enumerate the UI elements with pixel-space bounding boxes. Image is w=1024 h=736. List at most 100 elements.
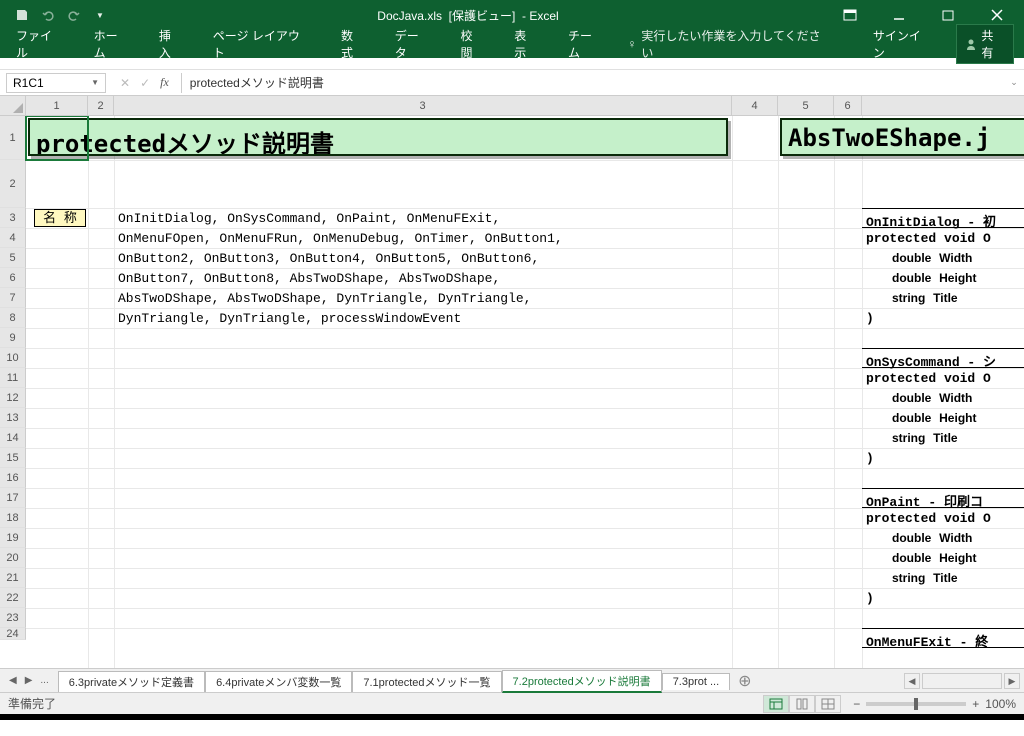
sheet-nav-next-icon[interactable]: ▶ bbox=[22, 675, 36, 686]
row-header-11[interactable]: 11 bbox=[0, 368, 26, 388]
fx-icon[interactable]: fx bbox=[160, 75, 169, 90]
row-header-16[interactable]: 16 bbox=[0, 468, 26, 488]
sheet-tab-4[interactable]: 7.2protectedメソッド説明書 bbox=[502, 670, 662, 693]
row-header-17[interactable]: 17 bbox=[0, 488, 26, 508]
view-page-layout-icon[interactable] bbox=[789, 695, 815, 713]
block3-p1: double bbox=[892, 531, 931, 545]
tab-formula[interactable]: 数式 bbox=[335, 23, 371, 65]
select-all-button[interactable] bbox=[0, 96, 26, 115]
block1-p2: double bbox=[892, 271, 931, 285]
status-bar: 準備完了 − + 100% bbox=[0, 692, 1024, 714]
tab-view[interactable]: 表示 bbox=[508, 23, 544, 65]
sheet-tab-5[interactable]: 7.3prot ... bbox=[662, 673, 730, 690]
tab-page-layout[interactable]: ページ レイアウト bbox=[207, 23, 317, 65]
share-label: 共有 bbox=[981, 27, 1005, 61]
zoom-out-icon[interactable]: − bbox=[853, 697, 860, 711]
row-header-6[interactable]: 6 bbox=[0, 268, 26, 288]
tab-file[interactable]: ファイル bbox=[10, 23, 70, 65]
hscroll-right-icon[interactable]: ▶ bbox=[1004, 673, 1020, 689]
sheet-nav-prev-icon[interactable]: ◀ bbox=[6, 675, 20, 686]
block2-title: OnSysCommand - シ bbox=[866, 351, 996, 370]
col-header-2[interactable]: 2 bbox=[88, 96, 114, 115]
row-header-10[interactable]: 10 bbox=[0, 348, 26, 368]
row-header-7[interactable]: 7 bbox=[0, 288, 26, 308]
formula-input[interactable]: protectedメソッド説明書 bbox=[181, 73, 1004, 93]
col-header-1[interactable]: 1 bbox=[26, 96, 88, 115]
sheet-tab-2[interactable]: 6.4privateメンバ変数一覧 bbox=[205, 671, 352, 692]
zoom-value[interactable]: 100% bbox=[985, 697, 1016, 711]
horizontal-scrollbar[interactable]: ◀ ▶ bbox=[904, 673, 1024, 689]
column-headers: 1 2 3 4 5 6 bbox=[0, 96, 1024, 116]
hscroll-left-icon[interactable]: ◀ bbox=[904, 673, 920, 689]
tab-review[interactable]: 校閲 bbox=[454, 23, 490, 65]
col-header-rest[interactable] bbox=[862, 96, 1024, 115]
spreadsheet-grid[interactable]: 1 2 3 4 5 6 7 8 9 10 11 12 13 14 15 16 1… bbox=[0, 116, 1024, 668]
ribbon-display-icon[interactable] bbox=[827, 0, 872, 30]
row-header-19[interactable]: 19 bbox=[0, 528, 26, 548]
row-header-1[interactable]: 1 bbox=[0, 116, 26, 160]
hscroll-track[interactable] bbox=[922, 673, 1002, 689]
row-header-2[interactable]: 2 bbox=[0, 160, 26, 208]
cells-area[interactable]: protectedメソッド説明書 AbsTwoEShape.j 名 称 OnIn… bbox=[26, 116, 1024, 668]
col-header-5[interactable]: 5 bbox=[778, 96, 834, 115]
redo-icon[interactable] bbox=[65, 6, 83, 24]
row-header-22[interactable]: 22 bbox=[0, 588, 26, 608]
sheet-nav-more[interactable]: ... bbox=[37, 675, 51, 686]
method-line-2: OnMenuFOpen, OnMenuFRun, OnMenuDebug, On… bbox=[118, 231, 563, 246]
sheet-tab-1[interactable]: 6.3privateメソッド定義書 bbox=[58, 671, 205, 692]
method-line-1: OnInitDialog, OnSysCommand, OnPaint, OnM… bbox=[118, 211, 500, 226]
zoom-in-icon[interactable]: + bbox=[972, 697, 979, 711]
row-header-20[interactable]: 20 bbox=[0, 548, 26, 568]
row-header-3[interactable]: 3 bbox=[0, 208, 26, 228]
name-box-dropdown-icon[interactable]: ▼ bbox=[91, 78, 99, 87]
sheet-nav: ◀ ▶ ... bbox=[0, 675, 58, 686]
block1-p3i: Title bbox=[933, 291, 957, 305]
row-header-18[interactable]: 18 bbox=[0, 508, 26, 528]
block2-p1i: Width bbox=[939, 391, 972, 405]
row-header-15[interactable]: 15 bbox=[0, 448, 26, 468]
expand-formula-icon[interactable]: ⌄ bbox=[1004, 77, 1024, 88]
cancel-formula-icon[interactable]: ✕ bbox=[120, 76, 130, 90]
name-box[interactable]: R1C1 ▼ bbox=[6, 73, 106, 93]
col-header-6[interactable]: 6 bbox=[834, 96, 862, 115]
col-header-3[interactable]: 3 bbox=[114, 96, 732, 115]
row-header-21[interactable]: 21 bbox=[0, 568, 26, 588]
share-button[interactable]: 共有 bbox=[956, 24, 1014, 64]
row-header-23[interactable]: 23 bbox=[0, 608, 26, 628]
block3-p2i: Height bbox=[939, 551, 976, 565]
view-normal-icon[interactable] bbox=[763, 695, 789, 713]
view-page-break-icon[interactable] bbox=[815, 695, 841, 713]
row-header-5[interactable]: 5 bbox=[0, 248, 26, 268]
sheet-tab-3[interactable]: 7.1protectedメソッド一覧 bbox=[352, 671, 501, 692]
add-sheet-icon[interactable]: ⊕ bbox=[730, 671, 759, 691]
row-header-4[interactable]: 4 bbox=[0, 228, 26, 248]
sheet-title-1: protectedメソッド説明書 bbox=[28, 118, 728, 156]
row-header-24[interactable]: 24 bbox=[0, 628, 26, 640]
qat-dropdown-icon[interactable]: ▼ bbox=[91, 6, 109, 24]
tab-team[interactable]: チーム bbox=[562, 23, 609, 65]
block3-p2: double bbox=[892, 551, 931, 565]
save-icon[interactable] bbox=[13, 6, 31, 24]
tab-data[interactable]: データ bbox=[389, 23, 437, 65]
row-header-13[interactable]: 13 bbox=[0, 408, 26, 428]
row-header-14[interactable]: 14 bbox=[0, 428, 26, 448]
row-header-9[interactable]: 9 bbox=[0, 328, 26, 348]
zoom-slider[interactable] bbox=[866, 702, 966, 706]
tab-insert[interactable]: 挿入 bbox=[153, 23, 189, 65]
block1-p3: string bbox=[892, 291, 925, 305]
undo-icon[interactable] bbox=[39, 6, 57, 24]
tell-me[interactable]: ♀ 実行したい作業を入力してください bbox=[627, 27, 830, 61]
enter-formula-icon[interactable]: ✓ bbox=[140, 76, 150, 90]
row-header-8[interactable]: 8 bbox=[0, 308, 26, 328]
tab-home[interactable]: ホーム bbox=[88, 23, 135, 65]
block1-title: OnInitDialog - 初 bbox=[866, 211, 996, 230]
signin-link[interactable]: サインイン bbox=[867, 23, 938, 65]
row-header-12[interactable]: 12 bbox=[0, 388, 26, 408]
zoom-control: − + 100% bbox=[853, 697, 1016, 711]
doc-mode: [保護ビュー] bbox=[449, 9, 516, 23]
person-icon bbox=[965, 38, 977, 50]
block3-title: OnPaint - 印刷コ bbox=[866, 491, 983, 510]
col-header-4[interactable]: 4 bbox=[732, 96, 778, 115]
block1-end: ) bbox=[866, 311, 874, 326]
window-title: DocJava.xls [保護ビュー] - Excel bbox=[109, 7, 827, 24]
